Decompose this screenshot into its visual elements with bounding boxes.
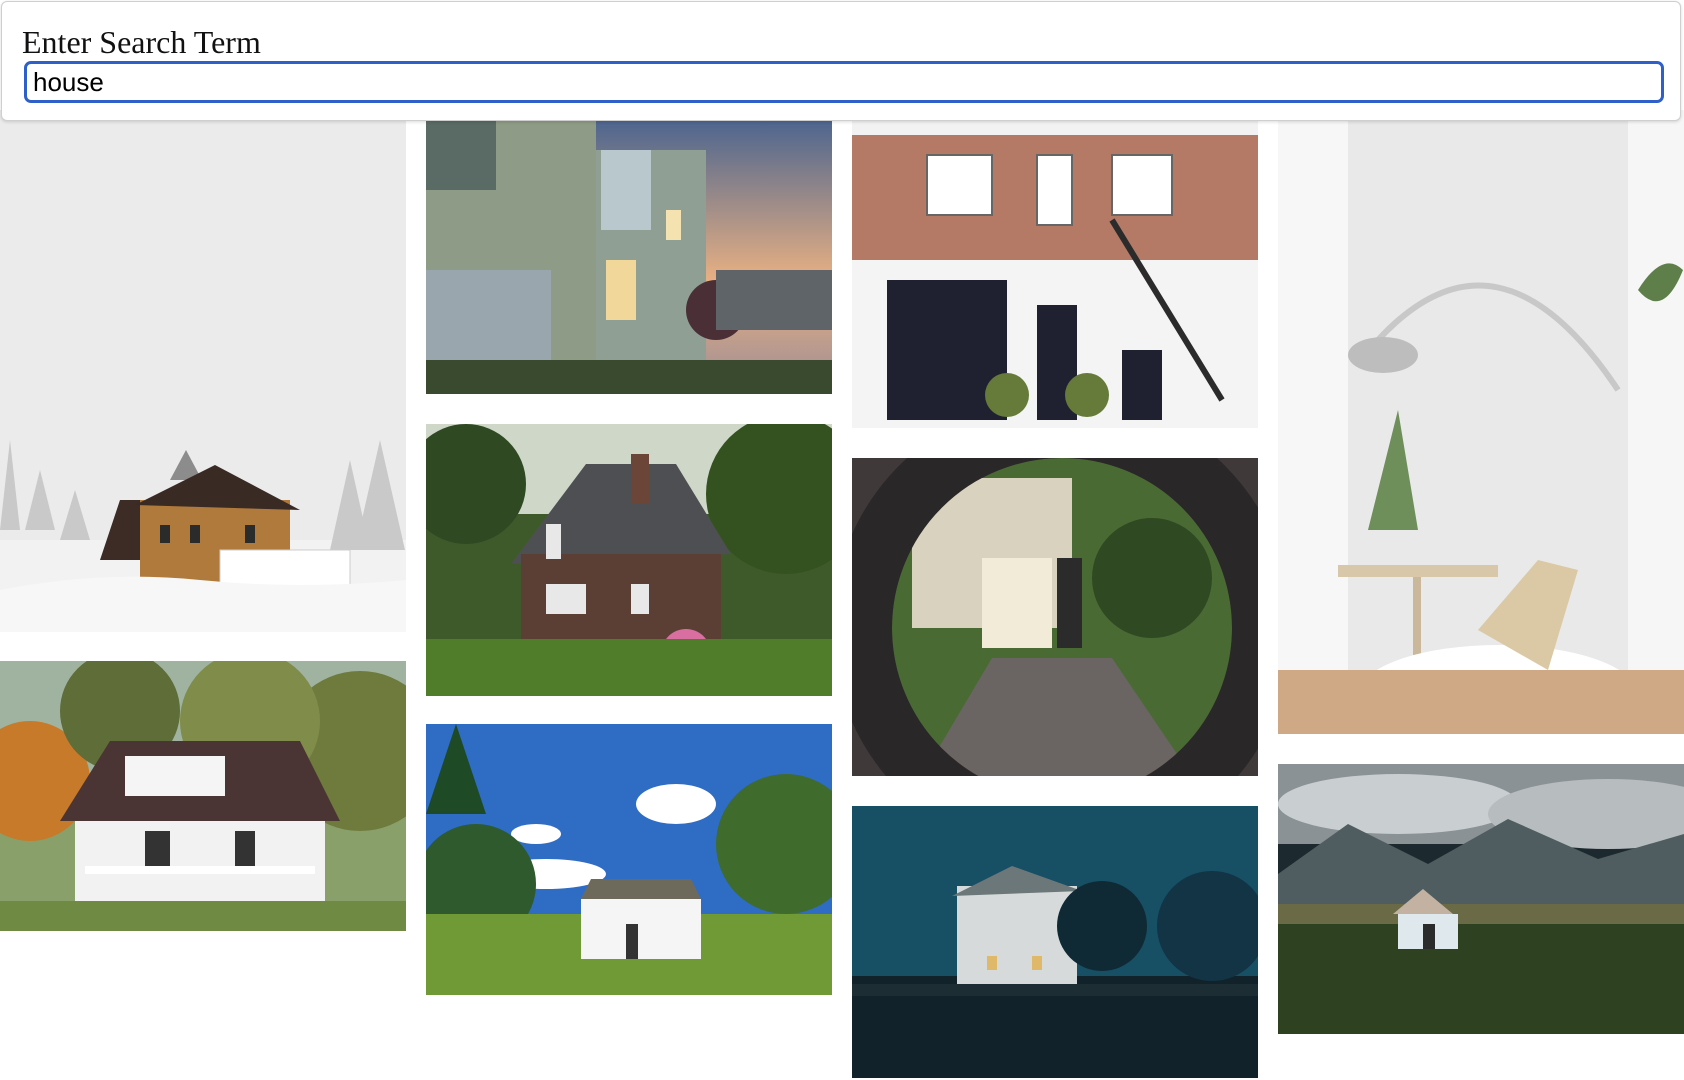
search-input[interactable]: [24, 61, 1664, 103]
stone-cottage-garden-photo[interactable]: [426, 424, 832, 696]
snowy-victorian-house-photo[interactable]: [0, 110, 406, 632]
brick-townhouse-with-garage-photo[interactable]: [852, 110, 1258, 428]
house-in-valley-photo[interactable]: [1278, 764, 1684, 1034]
white-house-with-porch-photo[interactable]: [0, 661, 406, 931]
search-panel: Enter Search Term: [1, 1, 1681, 121]
modern-house-at-dusk-photo[interactable]: [426, 110, 832, 394]
house-at-night-photo[interactable]: [852, 806, 1258, 1078]
white-interior-room-photo[interactable]: [1278, 110, 1684, 734]
search-label: Enter Search Term: [22, 24, 261, 60]
house-through-lens-photo[interactable]: [852, 458, 1258, 776]
small-white-farmhouse-photo[interactable]: [426, 724, 832, 995]
